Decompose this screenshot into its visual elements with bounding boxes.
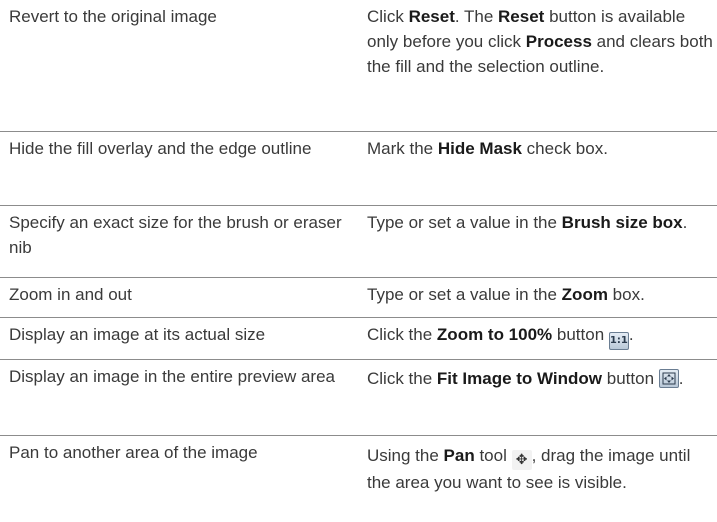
zoom-100-icon: 1:1 (608, 332, 629, 350)
task-cell: Revert to the original image (0, 0, 362, 131)
task-text: Display an image at its actual size (9, 325, 266, 344)
task-text: Specify an exact size for the brush or e… (9, 213, 342, 257)
fit-window-icon (658, 369, 679, 388)
task-cell: Zoom in and out (0, 278, 362, 317)
instruction-text: button (552, 325, 609, 344)
table-row: Hide the fill overlay and the edge outli… (0, 132, 717, 206)
task-cell: Display an image in the entire preview a… (0, 360, 362, 435)
ui-term: Fit Image to Window (436, 369, 603, 388)
table-row: Zoom in and out Type or set a value in t… (0, 278, 717, 318)
ui-term: Brush size box (561, 213, 683, 232)
task-cell: Hide the fill overlay and the edge outli… (0, 132, 362, 205)
task-text: Hide the fill overlay and the edge outli… (9, 139, 312, 158)
procedure-table: Revert to the original image Click Reset… (0, 0, 717, 522)
instruction-text: . (678, 369, 684, 388)
ui-term: Process (525, 32, 592, 51)
instruction-text: . (628, 325, 634, 344)
task-text: Zoom in and out (9, 285, 132, 304)
instruction-text: Type or set a value in the (367, 213, 562, 232)
ui-term: Zoom (561, 285, 608, 304)
task-cell: Specify an exact size for the brush or e… (0, 206, 362, 277)
instruction-cell: Click the Zoom to 100% button 1:1. (362, 318, 717, 359)
instruction-cell: Type or set a value in the Brush size bo… (362, 206, 717, 277)
instruction-text: . (682, 213, 688, 232)
table-row: Display an image at its actual size Clic… (0, 318, 717, 360)
table-row: Pan to another area of the image Using t… (0, 436, 717, 522)
instruction-text: button (602, 369, 659, 388)
table-row: Revert to the original image Click Reset… (0, 0, 717, 132)
instruction-cell: Type or set a value in the Zoom box. (362, 278, 717, 317)
ui-term: Reset (498, 7, 545, 26)
task-text: Pan to another area of the image (9, 443, 258, 462)
instruction-text: Click (367, 7, 409, 26)
instruction-text: box. (607, 285, 645, 304)
instruction-text: Using the (367, 446, 444, 465)
task-text: Revert to the original image (9, 7, 217, 26)
table-row: Display an image in the entire preview a… (0, 360, 717, 436)
ui-term: Pan (443, 446, 475, 465)
task-cell: Pan to another area of the image (0, 436, 362, 522)
instruction-text: . The (454, 7, 499, 26)
pan-icon: ✥ (511, 450, 532, 470)
instruction-text: Type or set a value in the (367, 285, 562, 304)
instruction-cell: Click Reset. The Reset button is availab… (362, 0, 717, 131)
instruction-text: Click the (367, 369, 437, 388)
ui-term: Reset (408, 7, 455, 26)
ui-term: Zoom to 100% (436, 325, 553, 344)
table-row: Specify an exact size for the brush or e… (0, 206, 717, 278)
instruction-cell: Mark the Hide Mask check box. (362, 132, 717, 205)
task-text: Display an image in the entire preview a… (9, 367, 336, 386)
ui-term: Hide Mask (437, 139, 522, 158)
instruction-text: Click the (367, 325, 437, 344)
instruction-text: tool (474, 446, 512, 465)
task-cell: Display an image at its actual size (0, 318, 362, 359)
instruction-text: check box. (521, 139, 608, 158)
instruction-text: Mark the (367, 139, 438, 158)
instruction-cell: Click the Fit Image to Window button . (362, 360, 717, 435)
instruction-cell: Using the Pan tool ✥, drag the image unt… (362, 436, 717, 522)
